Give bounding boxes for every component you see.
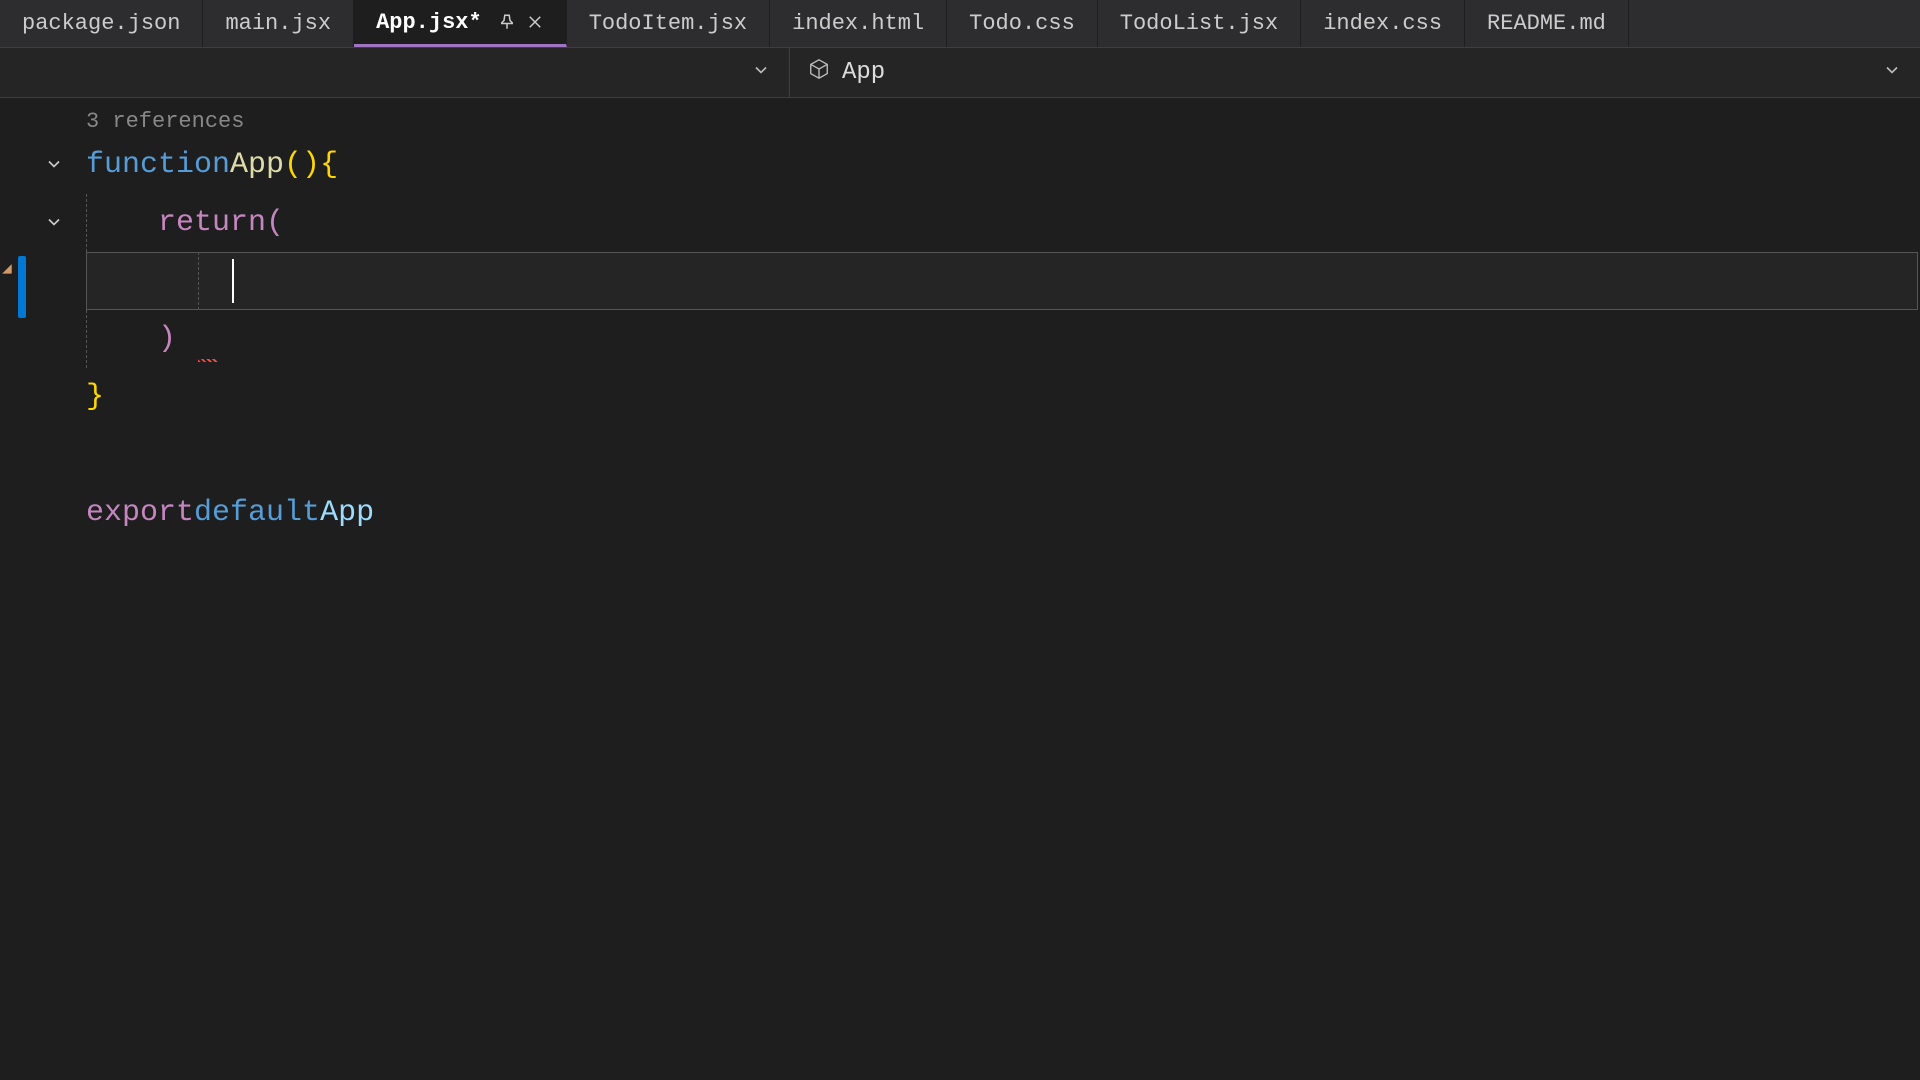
code-editor[interactable]: ◢ 3 references function App() { return (…: [0, 98, 1920, 1080]
tab-todolist-jsx[interactable]: TodoList.jsx: [1098, 0, 1301, 47]
chevron-down-icon: [751, 60, 771, 85]
tab-readme-md[interactable]: README.md: [1465, 0, 1629, 47]
error-squiggle: [198, 359, 218, 362]
code-line-blank: [86, 426, 1920, 484]
code-line: export default App: [86, 484, 1920, 542]
tab-package-json[interactable]: package.json: [0, 0, 203, 47]
warning-glyph-icon: ◢: [0, 256, 14, 280]
code-line: return (: [86, 194, 1920, 252]
tab-app-jsx[interactable]: App.jsx*: [354, 0, 567, 47]
pin-tab-icon[interactable]: [498, 13, 516, 31]
text-cursor: [232, 259, 234, 303]
tab-index-css[interactable]: index.css: [1301, 0, 1465, 47]
change-indicator: [18, 256, 26, 318]
tab-todoitem-jsx[interactable]: TodoItem.jsx: [567, 0, 770, 47]
cube-icon: [808, 58, 830, 88]
chevron-down-icon: [1882, 60, 1902, 85]
code-line: ): [86, 310, 1920, 368]
code-line: }: [86, 368, 1920, 426]
breadcrumb-symbol-name: App: [842, 59, 885, 86]
fold-toggle[interactable]: [42, 210, 66, 234]
code-line-current: [86, 252, 1918, 310]
tab-bar: package.json main.jsx App.jsx* TodoItem.…: [0, 0, 1920, 48]
close-tab-icon[interactable]: [526, 13, 544, 31]
breadcrumb-bar: App: [0, 48, 1920, 98]
fold-toggle[interactable]: [42, 152, 66, 176]
codelens-references[interactable]: 3 references: [86, 98, 1920, 136]
tab-index-html[interactable]: index.html: [770, 0, 947, 47]
editor-gutter: ◢: [0, 98, 80, 1080]
code-line: function App() {: [86, 136, 1920, 194]
tab-todo-css[interactable]: Todo.css: [947, 0, 1098, 47]
breadcrumb-scope-dropdown[interactable]: [0, 48, 790, 97]
breadcrumb-symbol-dropdown[interactable]: App: [790, 48, 1920, 97]
tab-main-jsx[interactable]: main.jsx: [203, 0, 354, 47]
